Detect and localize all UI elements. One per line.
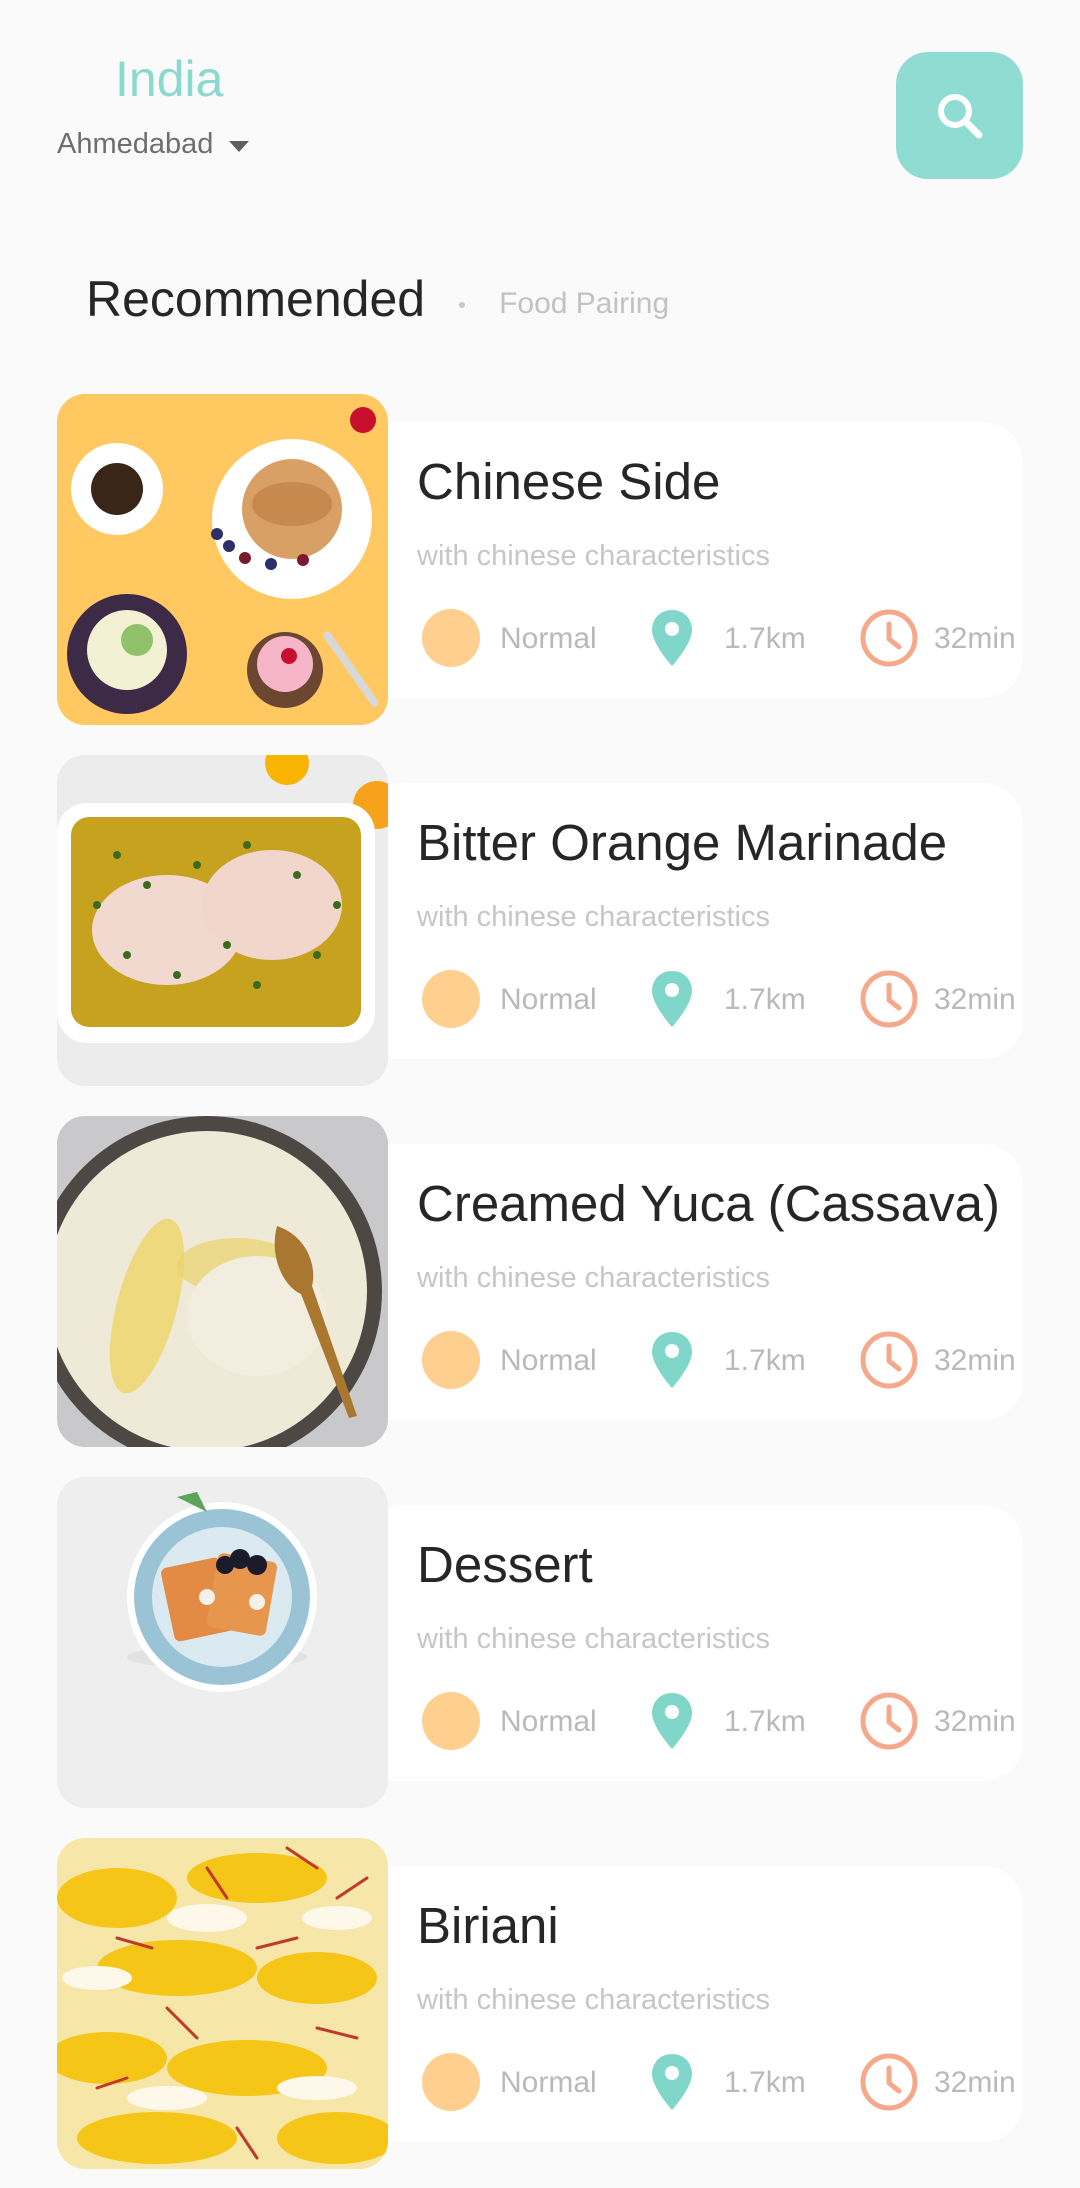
item-title: Dessert <box>417 1536 593 1593</box>
time-label: 32min <box>934 1344 1016 1377</box>
food-image[interactable] <box>57 1838 388 2169</box>
distance-label: 1.7km <box>724 983 806 1016</box>
level-icon <box>422 970 480 1028</box>
distance-label: 1.7km <box>724 2066 806 2099</box>
section-title: Recommended <box>86 271 426 327</box>
location-pin-icon <box>652 2054 692 2110</box>
location-pin-icon <box>652 1332 692 1388</box>
level-label: Normal <box>500 1344 597 1377</box>
item-meta: Normal 1.7km 32min <box>422 1330 1023 1390</box>
item-subtitle: with chinese characteristics <box>417 1262 770 1294</box>
search-icon <box>937 93 982 138</box>
city-label: Ahmedabad <box>57 128 214 160</box>
food-image[interactable] <box>57 394 388 725</box>
level-label: Normal <box>500 983 597 1016</box>
distance-label: 1.7km <box>724 622 806 655</box>
item-meta: Normal 1.7km 32min <box>422 2052 1023 2112</box>
item-subtitle: with chinese characteristics <box>417 1984 770 2016</box>
separator-dot <box>459 302 466 308</box>
level-icon <box>422 1692 480 1750</box>
item-title: Chinese Side <box>417 453 721 510</box>
item-subtitle: with chinese characteristics <box>417 540 770 572</box>
clock-icon <box>860 1692 918 1750</box>
list-item[interactable]: Dessert with chinese characteristics Nor… <box>57 1477 1023 1808</box>
item-meta: Normal 1.7km 32min <box>422 608 1023 668</box>
list-item[interactable]: Biriani with chinese characteristics Nor… <box>57 1838 1023 2169</box>
item-subtitle: with chinese characteristics <box>417 1623 770 1655</box>
time-label: 32min <box>934 1705 1016 1738</box>
distance-label: 1.7km <box>724 1344 806 1377</box>
clock-icon <box>860 970 918 1028</box>
item-meta: Normal 1.7km 32min <box>422 1691 1023 1751</box>
screen: India Ahmedabad Recommended Food Pairing <box>0 0 1080 2188</box>
clock-icon <box>860 609 918 667</box>
level-label: Normal <box>500 622 597 655</box>
section-header: Recommended Food Pairing <box>86 270 669 328</box>
item-title: Bitter Orange Marinade <box>417 814 948 871</box>
time-label: 32min <box>934 2066 1016 2099</box>
time-label: 32min <box>934 622 1016 655</box>
section-subtitle[interactable]: Food Pairing <box>499 287 669 321</box>
level-label: Normal <box>500 1705 597 1738</box>
level-icon <box>422 609 480 667</box>
city-selector[interactable]: Ahmedabad <box>57 128 250 160</box>
location-pin-icon <box>652 1693 692 1749</box>
list-item[interactable]: Bitter Orange Marinade with chinese char… <box>57 755 1023 1086</box>
location-pin-icon <box>652 971 692 1027</box>
item-subtitle: with chinese characteristics <box>417 901 770 933</box>
food-image[interactable] <box>57 1477 388 1808</box>
level-icon <box>422 2053 480 2111</box>
search-button[interactable] <box>896 52 1023 179</box>
item-title: Biriani <box>417 1897 559 1954</box>
clock-icon <box>860 2053 918 2111</box>
clock-icon <box>860 1331 918 1389</box>
food-image[interactable] <box>57 755 388 1086</box>
caret-down-icon <box>229 141 250 152</box>
country-label: India <box>115 51 224 107</box>
level-icon <box>422 1331 480 1389</box>
distance-label: 1.7km <box>724 1705 806 1738</box>
list-item[interactable]: Creamed Yuca (Cassava) with chinese char… <box>57 1116 1023 1447</box>
recommendation-list: Chinese Side with chinese characteristic… <box>57 394 1023 2188</box>
item-meta: Normal 1.7km 32min <box>422 969 1023 1029</box>
item-title: Creamed Yuca (Cassava) <box>417 1175 1000 1232</box>
food-image[interactable] <box>57 1116 388 1447</box>
time-label: 32min <box>934 983 1016 1016</box>
list-item[interactable]: Chinese Side with chinese characteristic… <box>57 394 1023 725</box>
level-label: Normal <box>500 2066 597 2099</box>
location-pin-icon <box>652 610 692 666</box>
